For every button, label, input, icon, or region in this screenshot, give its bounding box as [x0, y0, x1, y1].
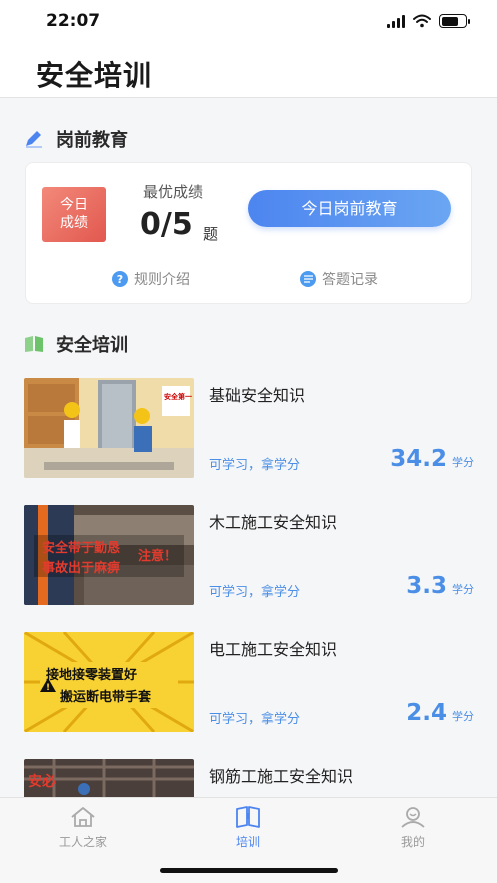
- svg-text:!: !: [46, 683, 50, 693]
- course-credit: 2.4 学分: [406, 700, 474, 726]
- page-header: 安全培训: [0, 46, 497, 98]
- course-item[interactable]: ! 接地接零装置好 搬运断电带手套 电工施工安全知识 可学习，拿学分 2.4 学…: [24, 632, 474, 732]
- course-title: 钢筋工施工安全知识: [209, 767, 354, 786]
- credit-unit: 学分: [452, 583, 474, 596]
- course-thumbnail: ! 接地接零装置好 搬运断电带手套: [24, 632, 194, 732]
- best-score-label: 最优成绩: [143, 183, 204, 201]
- user-icon: [401, 807, 425, 828]
- course-credit: 3.3 学分: [406, 573, 474, 599]
- pre-shift-card: 今日 成绩 最优成绩 0/5 题 今日岗前教育 ? 规则介绍 答题记录: [25, 162, 472, 304]
- credit-unit: 学分: [452, 710, 474, 723]
- rules-link[interactable]: ? 规则介绍: [112, 269, 190, 289]
- credit-value: 34.2: [390, 446, 447, 472]
- credit-value: 2.4: [406, 700, 447, 726]
- status-time: 22:07: [46, 11, 101, 31]
- course-item[interactable]: 安全带于勤恳 事故出于麻痹 注意！ 木工施工安全知识 可学习，拿学分 3.3 学…: [24, 505, 474, 605]
- course-thumbnail: 安全带于勤恳 事故出于麻痹 注意！: [24, 505, 194, 605]
- section-header-pre-shift: 岗前教育: [24, 126, 128, 152]
- thumb-caption: 事故出于麻痹: [42, 561, 121, 576]
- tab-training[interactable]: 培训: [188, 806, 308, 850]
- thumb-caption: 搬运断电带手套: [60, 690, 152, 705]
- cellular-signal-icon: [387, 14, 405, 28]
- tab-label: 工人之家: [58, 835, 107, 849]
- tab-workers-home[interactable]: 工人之家: [23, 806, 143, 850]
- home-icon: [71, 807, 95, 827]
- section-title: 岗前教育: [56, 130, 128, 151]
- badge-line1: 今日: [60, 197, 88, 213]
- tab-label: 我的: [400, 835, 425, 849]
- course-tagline: 可学习，拿学分: [209, 458, 301, 473]
- course-tagline: 可学习，拿学分: [209, 585, 301, 600]
- page-title: 安全培训: [36, 59, 153, 92]
- course-item[interactable]: 安必 钢筋工施工安全知识: [24, 759, 474, 797]
- thumb-caption: 接地接零装置好: [46, 668, 138, 683]
- credit-unit: 学分: [452, 456, 474, 469]
- start-pre-shift-button[interactable]: 今日岗前教育: [248, 190, 451, 227]
- section-header-training: 安全培训: [24, 331, 128, 357]
- wifi-icon: [413, 14, 431, 28]
- thumb-caption: 注意！: [138, 549, 178, 564]
- tab-label: 培训: [235, 835, 260, 849]
- course-tagline: 可学习，拿学分: [209, 712, 301, 727]
- pencil-icon: [26, 131, 42, 148]
- course-title: 基础安全知识: [209, 386, 306, 405]
- course-credit: 34.2 学分: [390, 446, 474, 472]
- today-score-badge: 今日 成绩: [42, 187, 106, 242]
- best-score-value: 0/5: [140, 207, 193, 242]
- book-icon: [25, 336, 43, 352]
- credit-value: 3.3: [406, 573, 447, 599]
- thumb-caption: 安全第一: [164, 393, 192, 401]
- thumb-caption: 安必: [28, 774, 56, 790]
- status-bar: 22:07: [0, 0, 497, 46]
- home-indicator: [160, 868, 338, 873]
- badge-line2: 成绩: [60, 215, 88, 231]
- course-title: 电工施工安全知识: [209, 640, 338, 659]
- status-icons: [387, 14, 470, 28]
- question-icon: ?: [112, 271, 128, 287]
- battery-icon: [439, 14, 470, 28]
- score-unit: 题: [203, 225, 219, 243]
- thumb-caption: 安全带于勤恳: [42, 541, 121, 556]
- rules-link-label: 规则介绍: [134, 272, 190, 288]
- list-icon: [300, 271, 316, 287]
- tab-profile[interactable]: 我的: [353, 806, 473, 850]
- course-thumbnail: 安全第一: [24, 378, 194, 478]
- section-title: 安全培训: [56, 335, 128, 356]
- course-thumbnail: 安必: [24, 759, 194, 797]
- records-link-label: 答题记录: [322, 272, 378, 288]
- course-item[interactable]: 安全第一 基础安全知识 可学习，拿学分 34.2 学分: [24, 378, 474, 478]
- course-title: 木工施工安全知识: [209, 513, 338, 532]
- book-icon: [236, 806, 260, 828]
- records-link[interactable]: 答题记录: [300, 269, 378, 289]
